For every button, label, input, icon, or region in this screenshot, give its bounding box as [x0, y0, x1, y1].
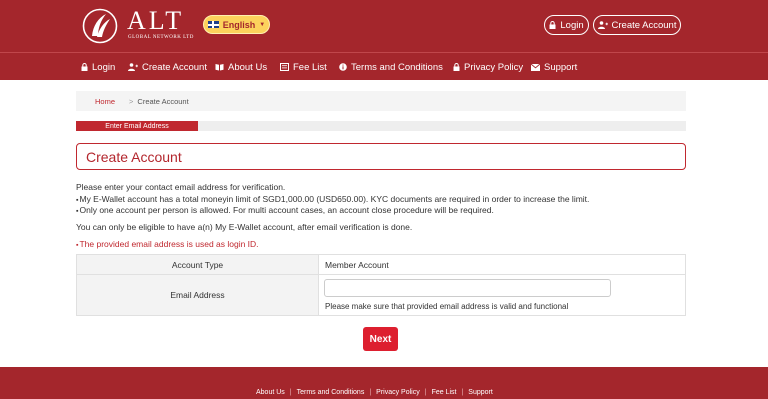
book-icon — [215, 64, 224, 71]
footer-link-privacy-policy[interactable]: Privacy Policy — [376, 389, 420, 396]
nav-item-label: Login — [92, 61, 116, 73]
language-label: English — [222, 19, 256, 30]
email-input[interactable] — [324, 279, 611, 297]
info-icon — [339, 63, 347, 71]
account-type-label: Account Type — [77, 255, 319, 274]
one-account-note: Only one account per person is allowed. … — [76, 205, 494, 215]
moneyin-limit-note: My E-Wallet account has a total moneyin … — [76, 194, 589, 204]
account-form-table: Account Type Member Account Email Addres… — [76, 254, 686, 316]
breadcrumb-separator: > — [129, 96, 134, 106]
nav-item-support[interactable]: Support — [531, 53, 577, 81]
email-address-label: Email Address — [77, 275, 319, 315]
lock-icon — [81, 63, 88, 71]
logo-subtext: GLOBAL NETWORK LTD — [128, 35, 194, 40]
account-type-cell: Member Account — [319, 255, 685, 274]
login-id-note: The provided email address is used as lo… — [76, 239, 259, 249]
step-active: Enter Email Address — [76, 121, 198, 131]
nav-item-privacy-policy[interactable]: Privacy Policy — [453, 53, 523, 81]
footer-separator: | — [424, 389, 427, 396]
next-button[interactable]: Next — [363, 327, 398, 351]
footer-link-support[interactable]: Support — [468, 389, 493, 396]
account-type-value: Member Account — [325, 260, 389, 270]
envelope-icon — [531, 63, 540, 71]
site-footer: About Us | Terms and Conditions | Privac… — [0, 367, 768, 399]
nav-item-label: Privacy Policy — [464, 61, 524, 73]
nav-item-create-account[interactable]: Create Account — [128, 53, 207, 81]
nav-item-label: Support — [544, 61, 578, 73]
header-create-account-label: Create Account — [611, 19, 677, 31]
footer-link-fee-list[interactable]: Fee List — [432, 389, 457, 396]
table-row: Account Type Member Account — [77, 255, 685, 275]
footer-separator: | — [461, 389, 464, 396]
page-title-box: Create Account — [76, 143, 686, 170]
email-hint: Please make sure that provided email add… — [325, 302, 569, 311]
footer-link-terms[interactable]: Terms and Conditions — [297, 389, 365, 396]
moneyin-limit-text: My E-Wallet account has a total moneyin … — [79, 194, 590, 204]
login-id-text: The provided email address is used as lo… — [79, 239, 259, 249]
nav-item-about-us[interactable]: About Us — [215, 53, 267, 81]
header-login-label: Login — [560, 19, 584, 31]
lock-icon — [549, 21, 556, 29]
nav-item-fee-list[interactable]: Fee List — [280, 53, 327, 81]
page-title: Create Account — [86, 149, 182, 165]
footer-link-about-us[interactable]: About Us — [256, 389, 285, 396]
nav-item-label: Fee List — [293, 61, 327, 73]
site-header: ALT GLOBAL NETWORK LTD English ▼ Login C… — [0, 0, 768, 52]
footer-separator: | — [289, 389, 292, 396]
caret-down-icon: ▼ — [259, 21, 266, 28]
main-nav: Login Create Account About Us Fee List T… — [0, 52, 768, 80]
user-plus-icon — [597, 21, 608, 29]
uk-flag-icon — [207, 21, 219, 28]
table-row: Email Address Please make sure that prov… — [77, 275, 685, 315]
intro-text: Please enter your contact email address … — [76, 182, 286, 192]
nav-item-label: Terms and Conditions — [351, 61, 443, 73]
email-address-cell: Please make sure that provided email add… — [319, 275, 685, 315]
breadcrumb-current: Create Account — [137, 96, 189, 106]
list-icon — [280, 63, 289, 71]
footer-links: About Us | Terms and Conditions | Privac… — [256, 389, 493, 396]
language-selector[interactable]: English ▼ — [203, 15, 270, 34]
one-account-text: Only one account per person is allowed. … — [79, 205, 494, 215]
header-create-account-button[interactable]: Create Account — [593, 15, 681, 35]
eligibility-note: You can only be eligible to have a(n) My… — [76, 222, 413, 232]
nav-item-label: About Us — [228, 61, 268, 73]
nav-item-login[interactable]: Login — [81, 53, 115, 81]
breadcrumb-home-link[interactable]: Home — [95, 97, 115, 106]
nav-item-terms[interactable]: Terms and Conditions — [339, 53, 443, 81]
lock-icon — [453, 63, 460, 71]
alt-logo-icon[interactable] — [82, 8, 118, 44]
user-plus-icon — [128, 63, 138, 71]
footer-separator: | — [369, 389, 372, 396]
nav-item-label: Create Account — [142, 61, 207, 73]
logo-text: ALT — [127, 6, 185, 35]
breadcrumb: Home > Create Account — [76, 91, 686, 111]
header-login-button[interactable]: Login — [544, 15, 589, 35]
step-progress-bar: Enter Email Address — [76, 121, 686, 131]
